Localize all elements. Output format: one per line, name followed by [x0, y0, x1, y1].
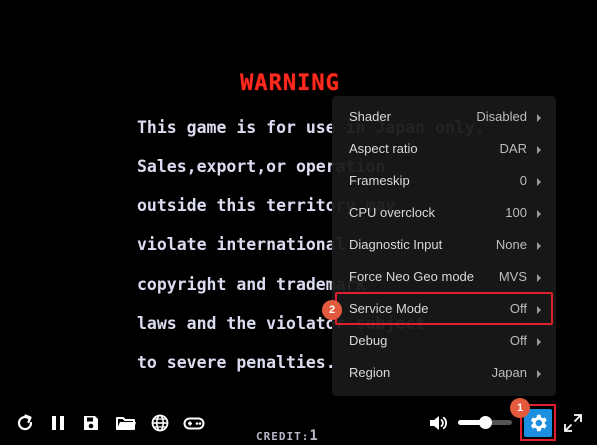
volume-slider[interactable] [458, 416, 512, 429]
step-1-badge: 1 [510, 398, 530, 418]
globe-icon [151, 414, 169, 432]
chevron-right-icon [537, 242, 541, 250]
menu-item-label: Debug [349, 333, 388, 348]
credit-display: CREDIT:1 [256, 428, 336, 444]
chevron-right-icon [537, 146, 541, 154]
emulator-screen: WARNING This game is for use in Japan on… [0, 0, 597, 445]
menu-item-label: Aspect ratio [349, 141, 418, 156]
fullscreen-button[interactable] [560, 410, 586, 436]
menu-item-shader[interactable]: Shader Disabled [332, 102, 556, 134]
menu-item-value: 0 [519, 173, 527, 188]
chevron-right-icon [537, 114, 541, 122]
pause-button[interactable] [45, 410, 71, 436]
credit-label: CREDIT: [256, 430, 310, 443]
chevron-right-icon [537, 274, 541, 282]
menu-item-label: CPU overclock [349, 205, 435, 220]
menu-item-label: Shader [349, 109, 391, 124]
restart-icon [17, 414, 33, 431]
settings-menu: Shader Disabled Aspect ratio DAR Framesk… [332, 96, 556, 396]
credit-value: 1 [309, 428, 319, 444]
menu-item-diagnostic-input[interactable]: Diagnostic Input None [332, 230, 556, 262]
load-state-button[interactable] [113, 410, 139, 436]
menu-item-value: Disabled [476, 109, 527, 124]
service-mode-highlight [335, 292, 553, 325]
menu-item-value: DAR [499, 141, 527, 156]
menu-item-debug[interactable]: Debug Off [332, 326, 556, 358]
menu-item-label: Diagnostic Input [349, 237, 443, 252]
volume-icon [430, 416, 448, 430]
menu-item-label: Region [349, 365, 391, 380]
menu-item-frameskip[interactable]: Frameskip 0 [332, 166, 556, 198]
chevron-right-icon [537, 370, 541, 378]
menu-item-value: Off [509, 333, 527, 348]
volume-slider-handle[interactable] [479, 416, 492, 429]
menu-item-value: None [495, 237, 527, 252]
menu-item-value: 100 [505, 205, 527, 220]
menu-item-cpu-overclock[interactable]: CPU overclock 100 [332, 198, 556, 230]
menu-item-value: MVS [498, 269, 527, 284]
menu-item-value: Japan [491, 365, 527, 380]
controls-button[interactable] [181, 410, 207, 436]
save-icon [84, 416, 98, 430]
menu-item-force-neo-geo-mode[interactable]: Force Neo Geo mode MVS [332, 262, 556, 294]
pause-icon [52, 416, 64, 430]
chevron-right-icon [537, 210, 541, 218]
menu-item-label: Frameskip [349, 173, 410, 188]
chevron-right-icon [537, 338, 541, 346]
save-state-button[interactable] [78, 410, 104, 436]
warning-title: WARNING [240, 71, 340, 96]
fullscreen-icon [564, 414, 582, 432]
mute-button[interactable] [425, 410, 451, 436]
gear-icon [530, 414, 547, 431]
menu-item-label: Force Neo Geo mode [349, 269, 475, 284]
gamepad-icon [183, 417, 205, 430]
menu-item-aspect-ratio[interactable]: Aspect ratio DAR [332, 134, 556, 166]
restart-button[interactable] [12, 410, 38, 436]
netplay-button[interactable] [147, 410, 173, 436]
step-2-badge: 2 [322, 300, 342, 320]
folder-icon [116, 417, 136, 430]
chevron-right-icon [537, 178, 541, 186]
menu-item-region[interactable]: Region Japan [332, 358, 556, 390]
